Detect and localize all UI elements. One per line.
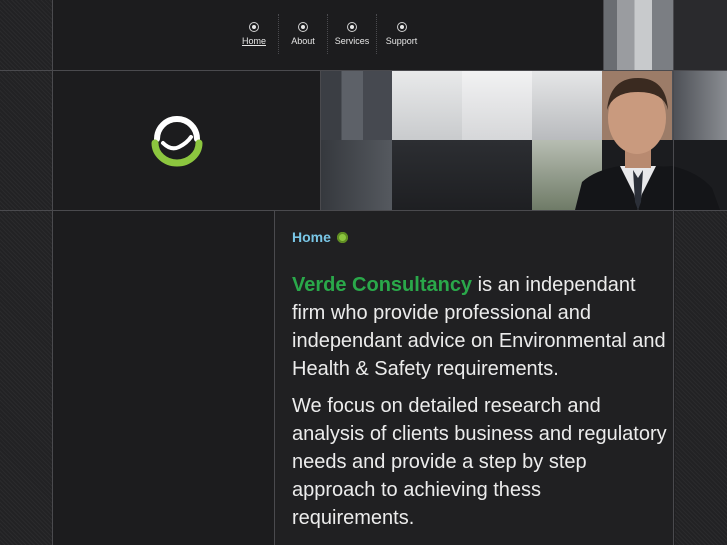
grid-line xyxy=(52,0,53,545)
header-photo xyxy=(603,0,673,70)
grid-line xyxy=(0,70,727,71)
brand-name: Verde Consultancy xyxy=(292,274,473,296)
header-photo-right xyxy=(674,0,727,70)
nav-label-services: Services xyxy=(334,36,370,46)
green-dot-icon xyxy=(336,231,348,243)
grid-line xyxy=(673,0,674,545)
grid-line xyxy=(320,70,321,211)
left-texture-top xyxy=(0,0,52,210)
grid-line xyxy=(0,210,727,211)
hero-photo-mosaic xyxy=(320,70,727,210)
nav-item-services[interactable]: Services xyxy=(328,14,377,54)
focus-paragraph: We focus on detailed research and analys… xyxy=(292,395,667,529)
grid-line xyxy=(603,0,604,70)
nav-label-about: About xyxy=(291,36,315,46)
grid-line xyxy=(274,211,275,545)
nav-item-home[interactable]: Home xyxy=(230,14,279,54)
recycle-swirl-logo[interactable] xyxy=(149,113,205,169)
nav-label-home: Home xyxy=(241,36,266,46)
intro-paragraph: Verde Consultancy is an independant firm… xyxy=(292,271,667,383)
radio-dot-icon xyxy=(298,22,308,32)
radio-dot-icon xyxy=(347,22,357,32)
breadcrumb: Home xyxy=(292,229,348,245)
sidebar-panel xyxy=(53,211,274,545)
left-texture-bottom xyxy=(0,211,52,545)
nav-item-about[interactable]: About xyxy=(279,14,328,54)
nav-label-support: Support xyxy=(385,36,418,46)
breadcrumb-label: Home xyxy=(292,229,331,245)
radio-dot-icon xyxy=(249,22,259,32)
right-texture-bottom xyxy=(675,211,727,545)
main-navigation: Home About Services Support xyxy=(230,14,426,54)
businessman-photo xyxy=(575,78,720,210)
nav-item-support[interactable]: Support xyxy=(377,14,426,54)
radio-dot-icon xyxy=(396,22,407,32)
